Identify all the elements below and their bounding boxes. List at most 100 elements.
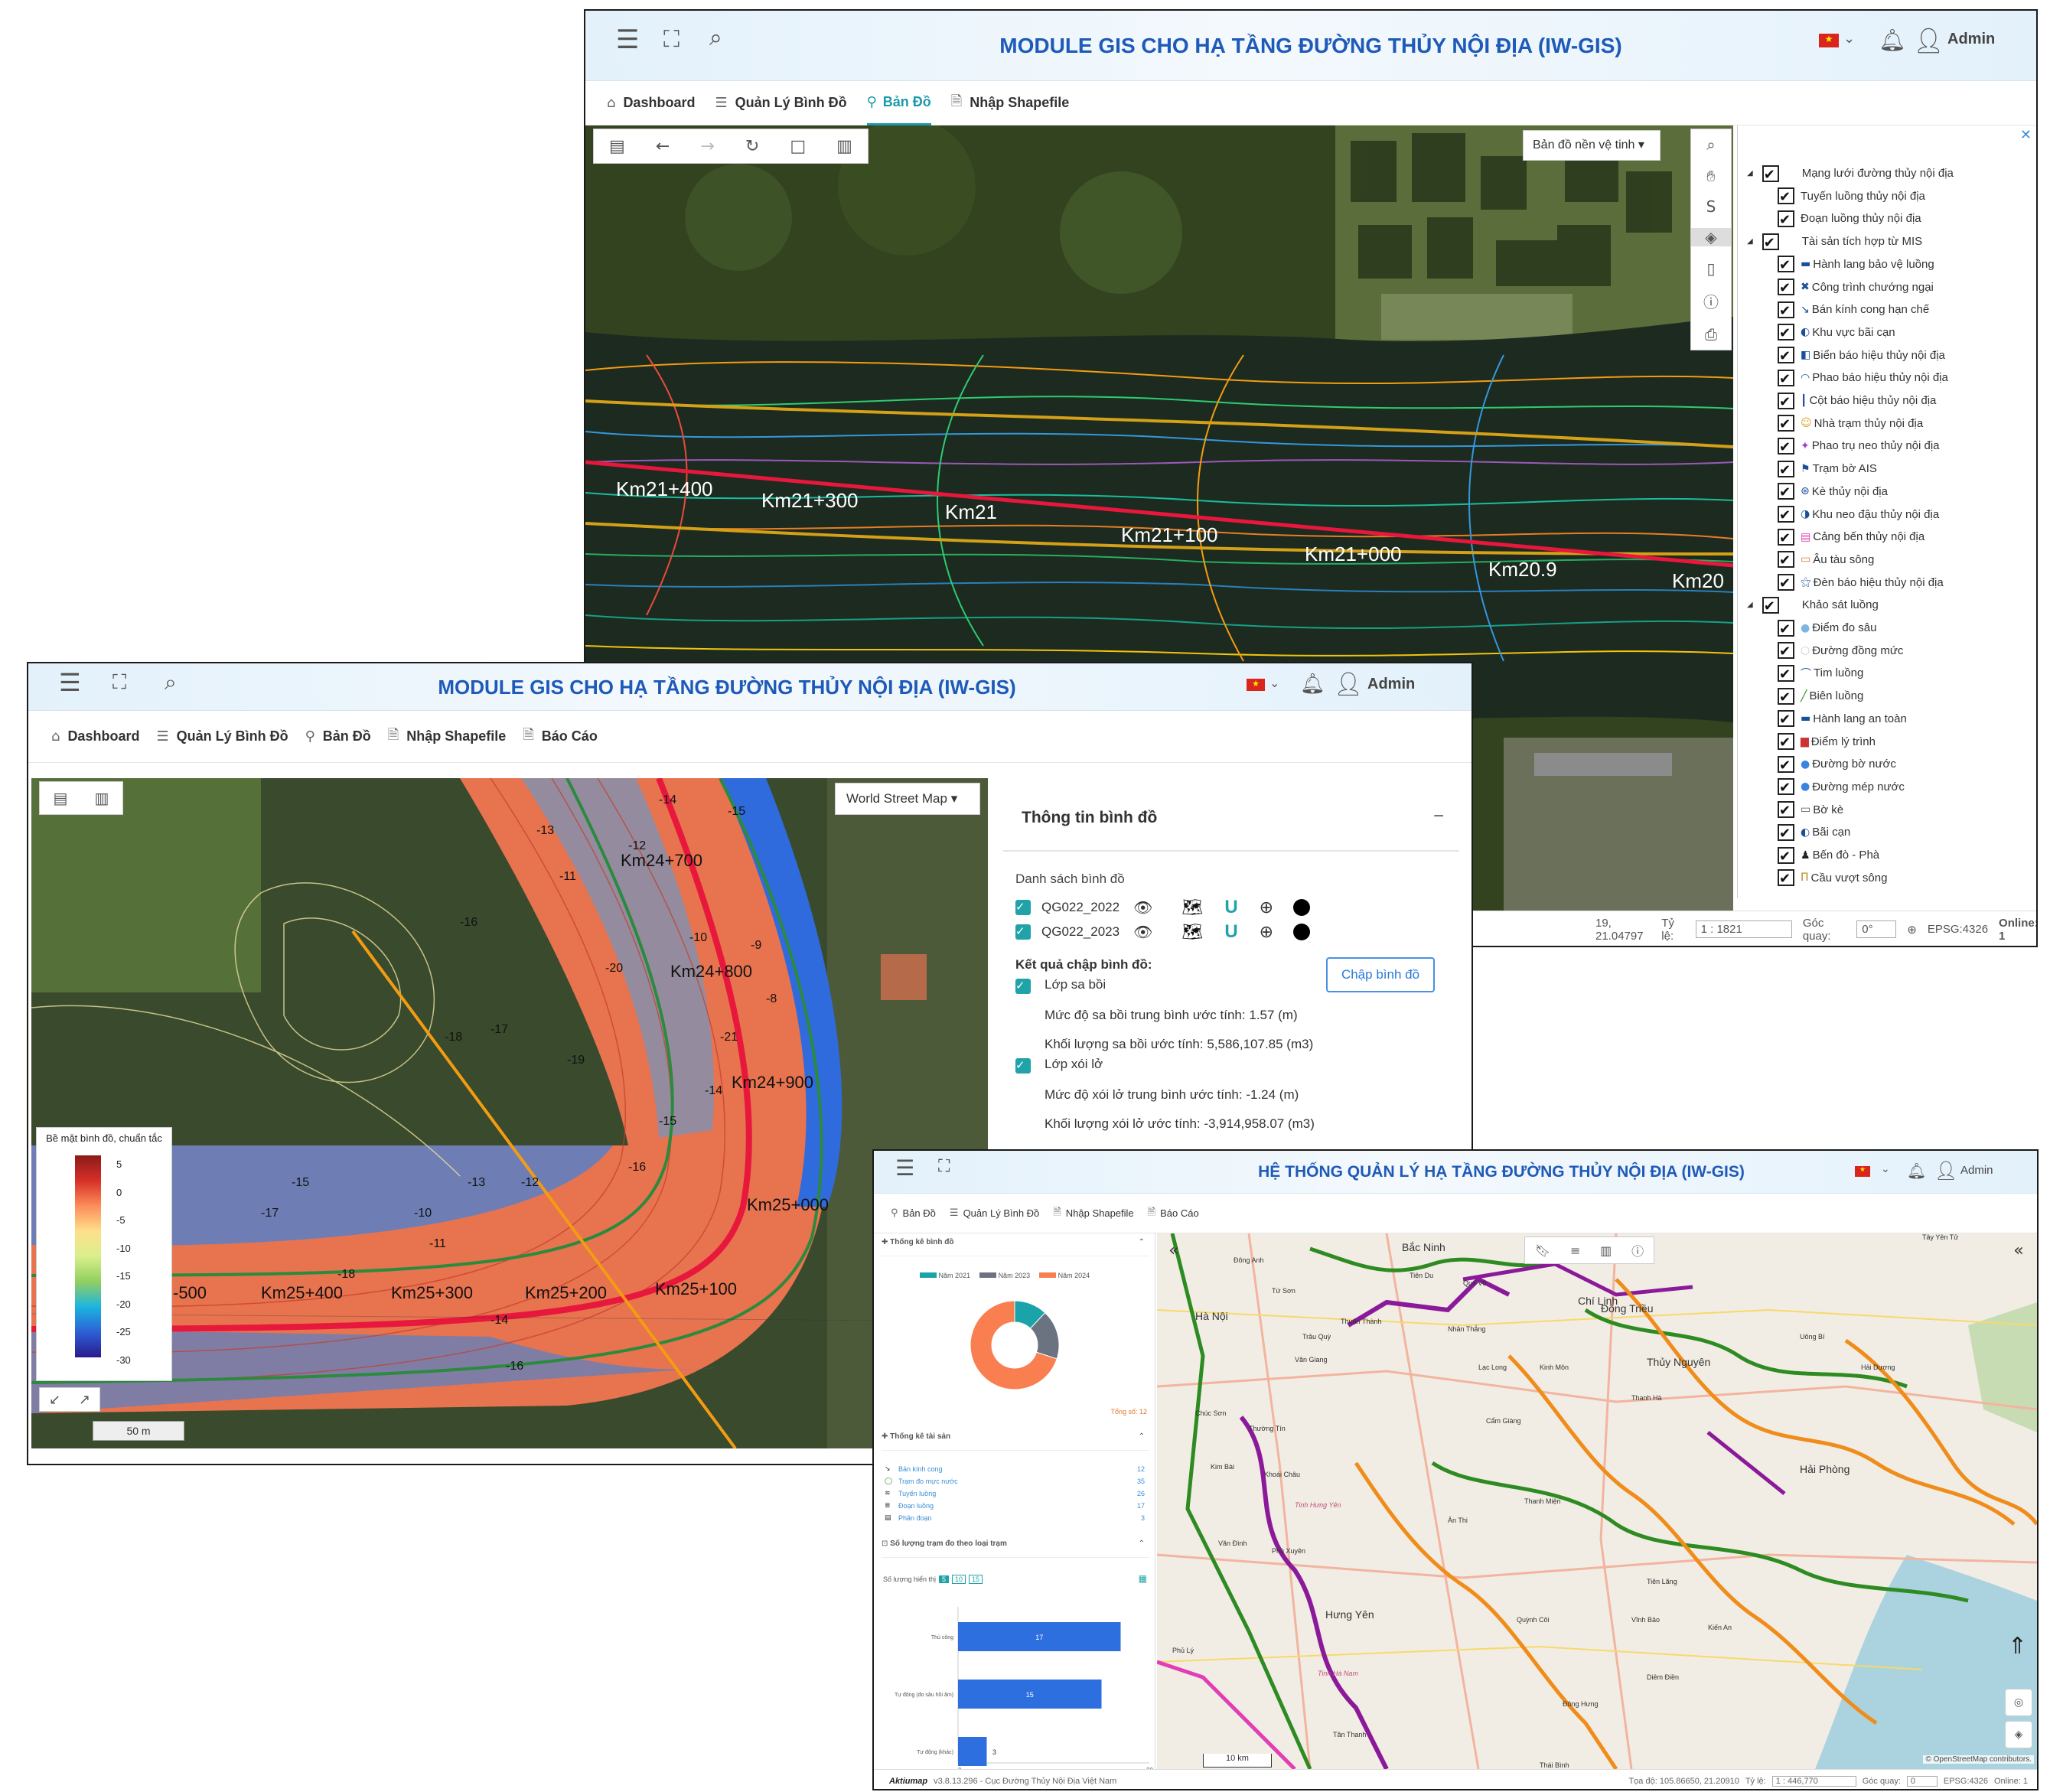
layer-checkbox[interactable] [1778,256,1794,273]
table-icon[interactable]: ▦ [1139,1573,1147,1584]
layer-checkbox[interactable] [1778,392,1794,410]
layer-row[interactable]: ⊛Kè thủy nội địa [1778,481,1888,503]
forward-arrow-icon[interactable]: → [700,137,714,156]
s-tool-icon[interactable]: S [1706,197,1716,216]
tab-dashboard[interactable]: ⌂ Dashboard [607,95,695,111]
layer-checkbox[interactable] [1778,664,1794,683]
layer-checkbox[interactable] [1778,210,1794,228]
checkbox[interactable] [1015,1058,1031,1074]
magnet-icon[interactable]: U [1224,897,1237,918]
angle-input[interactable]: 0° [1856,920,1897,938]
layer-row[interactable]: ◠Phao báo hiệu thủy nội địa [1778,367,1948,389]
user-avatar-icon[interactable]: 👤︎ [1913,26,1944,55]
layer-checkbox[interactable] [1778,778,1794,796]
layer-row[interactable]: ◑Khu neo đậu thủy nội địa [1778,503,1939,526]
layer-checkbox[interactable] [1778,710,1794,728]
tab-bao-cao[interactable]: 🗎︎ Báo Cáo [523,725,598,748]
basemap-select[interactable]: Bản đồ nền vệ tinh ▾ [1523,130,1661,161]
refresh-icon[interactable]: ↻ [745,137,759,156]
layer-checkbox[interactable] [1778,733,1794,751]
layer-row[interactable]: ✖Công trình chướng ngại [1778,276,1934,298]
back-arrow-icon[interactable]: ← [656,137,670,156]
layer-checkbox[interactable] [1778,437,1794,455]
show-option[interactable]: 10 [951,1575,966,1584]
color-dot-icon[interactable] [1293,899,1311,916]
tab-quan-ly-binh-do[interactable]: ☰ Quản Lý Bình Đồ [950,1207,1039,1219]
road-map[interactable]: Bắc Ninh Tiên Du Quế Võ Chí Linh Đông Triều U… [1157,1233,2037,1769]
layer-row[interactable]: ◢ Mạng lưới đường thủy nội địa [1747,162,1954,184]
checkbox[interactable] [1015,924,1031,940]
layers-icon[interactable]: ≡ [1570,1243,1580,1258]
angle-input[interactable]: 0 [1906,1775,1938,1787]
layer-checkbox[interactable] [1778,324,1794,341]
layer-checkbox[interactable] [1778,483,1794,500]
layer-row[interactable]: ◐Khu vực bãi cạn [1778,321,1895,344]
bathymetry-map[interactable]: Km24+700 Km24+800 Km24+900 Km25+000 Km25… [31,778,988,1448]
menu-icon[interactable]: ☰ [895,1155,914,1181]
layer-checkbox[interactable] [1778,506,1794,523]
chevron-down-icon[interactable]: ⌄ [1881,1163,1890,1175]
layer-checkbox[interactable] [1778,528,1794,546]
bell-icon[interactable]: 🔔︎ [1300,673,1325,696]
layer-row[interactable]: ✦Phao trụ neo thủy nội địa [1778,435,1940,457]
split-icon[interactable]: ▥ [836,137,852,156]
hand-icon[interactable]: ✋︎ [1706,167,1715,185]
layers-icon[interactable]: ◈ [1691,228,1731,247]
info-icon[interactable]: ⓘ [1631,1241,1644,1259]
tab-ban-do[interactable]: ⚲ Bản Đồ [891,1207,936,1219]
checkbox[interactable] [1015,979,1031,994]
layer-row[interactable]: ●Đường mép nước [1778,776,1905,798]
layer-row[interactable]: Đoạn luồng thủy nội địa [1778,207,1921,230]
layer-row[interactable]: ↘Bán kính cong hạn chế [1778,298,1929,321]
layer-row[interactable]: ◢ Khảo sát luồng [1747,594,1879,616]
magnet-icon[interactable]: U [1224,921,1237,943]
layer-row[interactable]: ▭Âu tàu sông [1778,549,1874,571]
binh-do-row[interactable]: QG022_2022 👁︎ 🗺︎ U ⊕ [1015,896,1311,919]
bookmark-icon[interactable]: ▯ [1706,259,1715,278]
tab-quan-ly-binh-do[interactable]: ☰ Quản Lý Bình Đồ [156,728,288,744]
layer-toggle-icon[interactable]: ▤ [609,137,625,156]
scale-input[interactable]: 1 : 1821 [1695,920,1792,938]
user-avatar-icon[interactable]: 👤︎ [1334,671,1363,698]
layer-checkbox[interactable] [1778,869,1794,887]
print-icon[interactable]: ⎙ [1705,325,1717,344]
bar[interactable] [958,1737,987,1766]
layer-row[interactable]: ┃Cột báo hiệu thủy nội địa [1778,389,1936,412]
layer-row[interactable]: ▭Bờ kè [1778,799,1843,821]
zoom-in-icon[interactable]: ⊕ [1260,922,1273,942]
split-icon[interactable]: ▥ [95,789,109,807]
split-icon[interactable]: ▥ [1600,1243,1612,1258]
layer-checkbox[interactable] [1778,187,1794,205]
layer-checkbox[interactable] [1778,755,1794,774]
tab-quan-ly-binh-do[interactable]: ☰ Quản Lý Bình Đồ [715,95,846,111]
layer-row[interactable]: ○Đường đồng mức [1778,640,1903,662]
layer-checkbox[interactable] [1762,165,1779,183]
layer-row[interactable]: ▬Hành lang bảo vệ luồng [1778,253,1934,275]
tab-ban-do[interactable]: ⚲ Bản Đồ [305,728,371,744]
show-option[interactable]: 15 [969,1575,983,1584]
chevron-down-icon[interactable]: ⌄ [1269,676,1279,690]
close-icon[interactable]: ✕ [2020,127,2032,143]
layer-checkbox[interactable] [1778,347,1794,364]
info-icon[interactable]: ⓘ [1703,290,1719,312]
basemap-select[interactable]: World Street Map ▾ [835,783,980,815]
binh-do-row[interactable]: QG022_2023 👁︎ 🗺︎ U ⊕ [1015,920,1311,943]
layer-row[interactable]: ⚝Đèn báo hiệu thủy nội địa [1778,572,1944,594]
expand-triangle-icon[interactable]: ◢ [1747,237,1753,246]
fullscreen-icon[interactable]: ⛶ [938,1157,950,1176]
tab-dashboard[interactable]: ⌂ Dashboard [51,728,139,744]
locate-button[interactable]: ◎ [2005,1689,2032,1716]
layer-row[interactable]: ◐Bãi cạn [1778,821,1850,843]
language-flag-icon[interactable] [1819,34,1839,47]
user-name[interactable]: Admin [1947,31,1995,48]
expand-triangle-icon[interactable]: ◢ [1747,169,1753,178]
language-flag-icon[interactable] [1247,679,1265,691]
map-icon[interactable]: 🗺︎ [1181,922,1203,942]
user-name[interactable]: Admin [1960,1164,1993,1177]
layer-row[interactable]: ⚑Trạm bờ AIS [1778,458,1877,480]
tab-ban-do[interactable]: ⚲ Bản Đồ [866,81,931,125]
map-collapse-left[interactable]: « [1160,1236,1188,1264]
layer-checkbox[interactable] [1778,301,1794,319]
layer-checkbox[interactable] [1778,846,1794,865]
layer-row[interactable]: ⌒Tim luồng [1778,662,1863,684]
